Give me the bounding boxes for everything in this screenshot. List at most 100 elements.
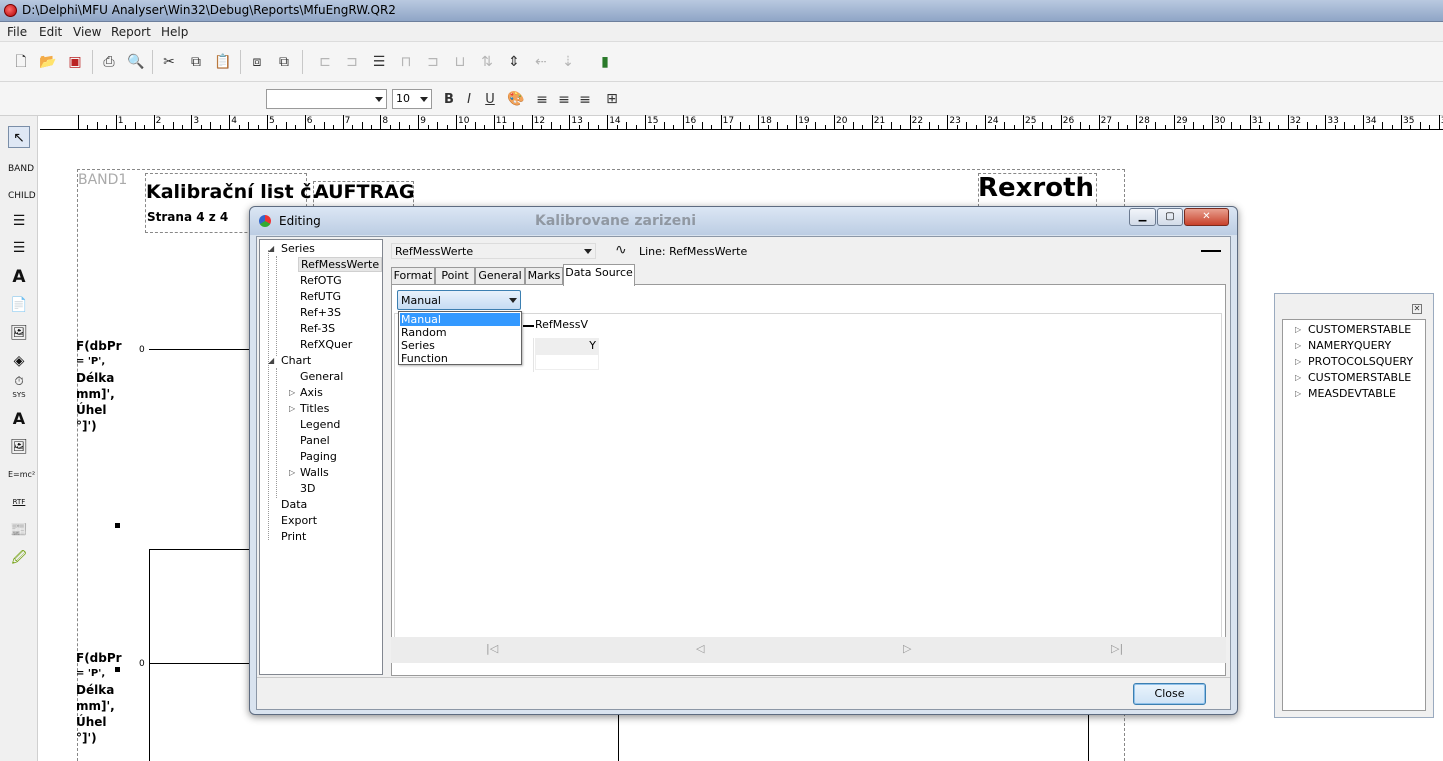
menu-report[interactable]: Report — [111, 25, 151, 39]
close-button[interactable]: Close — [1133, 683, 1206, 705]
expression-tool[interactable]: E=mc² — [8, 464, 35, 486]
memo-tool-icon[interactable]: 📄 — [8, 294, 30, 316]
dataset-item[interactable]: MEASDEVTABLE — [1308, 387, 1396, 400]
align-top-icon[interactable]: ⊓ — [397, 53, 415, 71]
tree-chart-item[interactable]: Axis — [300, 386, 323, 399]
bring-to-front-icon[interactable]: ⧈ — [248, 53, 266, 71]
expand-right-icon[interactable]: ▷ — [289, 468, 295, 477]
copy-icon[interactable]: ⧉ — [187, 53, 205, 71]
tree-series-item[interactable]: Ref+3S — [300, 306, 341, 319]
tab-data-source[interactable]: Data Source — [563, 264, 635, 286]
frame-icon[interactable]: ⊞ — [603, 90, 621, 108]
text-align-right-icon[interactable]: ≡ — [576, 91, 594, 109]
rexroth-logo[interactable]: Rexroth — [978, 173, 1094, 203]
band-tool[interactable]: BAND — [8, 154, 34, 176]
align-vcenter-icon[interactable]: ⇅ — [478, 53, 496, 71]
dataset-item[interactable]: CUSTOMERSTABLE — [1308, 371, 1411, 384]
sysdata-tool[interactable]: SYS — [8, 388, 30, 410]
image-tool-icon[interactable]: 🖼 — [8, 322, 30, 344]
dialog-titlebar[interactable]: Editing Kalibrovane zarizeni ▁ ▢ ✕ — [250, 207, 1237, 235]
tree-chart-item[interactable]: General — [300, 370, 343, 383]
text-align-center-icon[interactable]: ≡ — [555, 91, 573, 109]
richtext-tool[interactable]: RTF — [8, 491, 30, 513]
line-style-sample[interactable] — [1201, 250, 1221, 252]
align-hcenter-icon[interactable]: ⊐ — [343, 53, 361, 71]
data-source-select[interactable]: Manual — [397, 290, 521, 310]
tree-series-item[interactable]: RefUTG — [300, 290, 341, 303]
dropdown-option[interactable]: Function — [400, 352, 520, 365]
print-icon[interactable]: ⎙ — [100, 53, 118, 71]
space-vertical-icon[interactable]: ⇕ — [505, 53, 523, 71]
align-vspace-icon[interactable]: ☰ — [370, 53, 388, 71]
tree-series-item[interactable]: RefMessWerte — [298, 257, 383, 272]
print-preview-icon[interactable]: 🔍 — [127, 53, 145, 71]
align-left-icon[interactable]: ⊏ — [316, 53, 334, 71]
expand-down-icon[interactable]: ◢ — [268, 244, 274, 253]
dropdown-option[interactable]: Manual — [400, 313, 520, 326]
chart-label-2[interactable]: F(dbPr = 'P', Délka mm]', Úhel °]') — [76, 650, 122, 746]
child-band-tool[interactable]: CHILD — [8, 181, 36, 203]
align-right-icon[interactable]: ⊐ — [424, 53, 442, 71]
dataset-item[interactable]: PROTOCOLSQUERY — [1308, 355, 1413, 368]
tree-series[interactable]: Series — [281, 242, 315, 255]
menu-help[interactable]: Help — [161, 25, 188, 39]
shape-tool-icon[interactable]: ◈ — [8, 350, 30, 372]
dbimage-tool-icon[interactable]: 🖼 — [8, 436, 30, 458]
minimize-button[interactable]: ▁ — [1129, 208, 1156, 226]
selection-handle[interactable] — [115, 667, 120, 672]
pointer-tool-icon[interactable]: ↖ — [8, 126, 30, 148]
auftrag-field[interactable]: AUFTRAG — [314, 181, 414, 203]
menu-edit[interactable]: Edit — [39, 25, 62, 39]
tree-data[interactable]: Data — [281, 498, 307, 511]
tab-format[interactable]: Format — [391, 267, 435, 285]
group-tool-icon[interactable]: ☰ — [8, 237, 30, 259]
align-bottom-icon[interactable]: ⊔ — [451, 53, 469, 71]
dataset-item[interactable]: NAMERYQUERY — [1308, 339, 1391, 352]
expand-right-icon[interactable]: ▷ — [1295, 357, 1301, 366]
italic-button[interactable]: I — [460, 91, 478, 109]
expand-right-icon[interactable]: ▷ — [1295, 389, 1301, 398]
previous-record-icon[interactable]: ◁ — [696, 642, 704, 655]
tree-chart-item[interactable]: Legend — [300, 418, 340, 431]
same-height-icon[interactable]: ⇣ — [559, 53, 577, 71]
next-record-icon[interactable]: ▷ — [903, 642, 911, 655]
grid-cell[interactable] — [535, 354, 599, 370]
tab-point[interactable]: Point — [435, 267, 475, 285]
font-color-icon[interactable]: 🎨 — [507, 90, 525, 108]
label-tool-icon[interactable]: A — [8, 266, 30, 288]
close-window-button[interactable]: ✕ — [1184, 208, 1229, 226]
tree-series-item[interactable]: RefOTG — [300, 274, 342, 287]
same-width-icon[interactable]: ⇠ — [532, 53, 550, 71]
open-folder-icon[interactable]: 📂 — [39, 53, 57, 71]
exit-icon[interactable]: ▮ — [596, 53, 614, 71]
selection-handle[interactable] — [115, 523, 120, 528]
send-to-back-icon[interactable]: ⧉ — [275, 53, 293, 71]
save-icon[interactable]: ▣ — [66, 53, 84, 71]
expand-right-icon[interactable]: ▷ — [1295, 373, 1301, 382]
chart-label-1[interactable]: F(dbPr = 'P', Délka mm]', Úhel °]') — [76, 338, 122, 434]
expand-right-icon[interactable]: ▷ — [289, 404, 295, 413]
close-icon[interactable]: ✕ — [1412, 304, 1422, 314]
paste-icon[interactable]: 📋 — [214, 53, 232, 71]
tab-general[interactable]: General — [475, 267, 525, 285]
text-align-left-icon[interactable]: ≡ — [533, 91, 551, 109]
tree-chart[interactable]: Chart — [281, 354, 311, 367]
tree-chart-item[interactable]: Paging — [300, 450, 337, 463]
tree-export[interactable]: Export — [281, 514, 317, 527]
tree-series-item[interactable]: RefXQuer — [300, 338, 352, 351]
font-size-combo[interactable]: 10 — [392, 89, 432, 109]
menu-file[interactable]: File — [7, 25, 27, 39]
tree-chart-item[interactable]: 3D — [300, 482, 315, 495]
new-file-icon[interactable]: 🗋 — [12, 53, 30, 71]
dbrichtext-tool-icon[interactable]: 📰 — [8, 519, 30, 541]
cut-icon[interactable]: ✂ — [160, 53, 178, 71]
underline-button[interactable]: U — [481, 91, 499, 109]
maximize-button[interactable]: ▢ — [1157, 208, 1183, 226]
dropdown-option[interactable]: Series — [400, 339, 520, 352]
expand-right-icon[interactable]: ▷ — [1295, 325, 1301, 334]
menu-view[interactable]: View — [73, 25, 101, 39]
expand-right-icon[interactable]: ▷ — [1295, 341, 1301, 350]
report-title-label[interactable]: Kalibrační list č. — [146, 181, 319, 203]
tree-print[interactable]: Print — [281, 530, 306, 543]
dbtext-tool-icon[interactable]: A — [8, 408, 30, 430]
